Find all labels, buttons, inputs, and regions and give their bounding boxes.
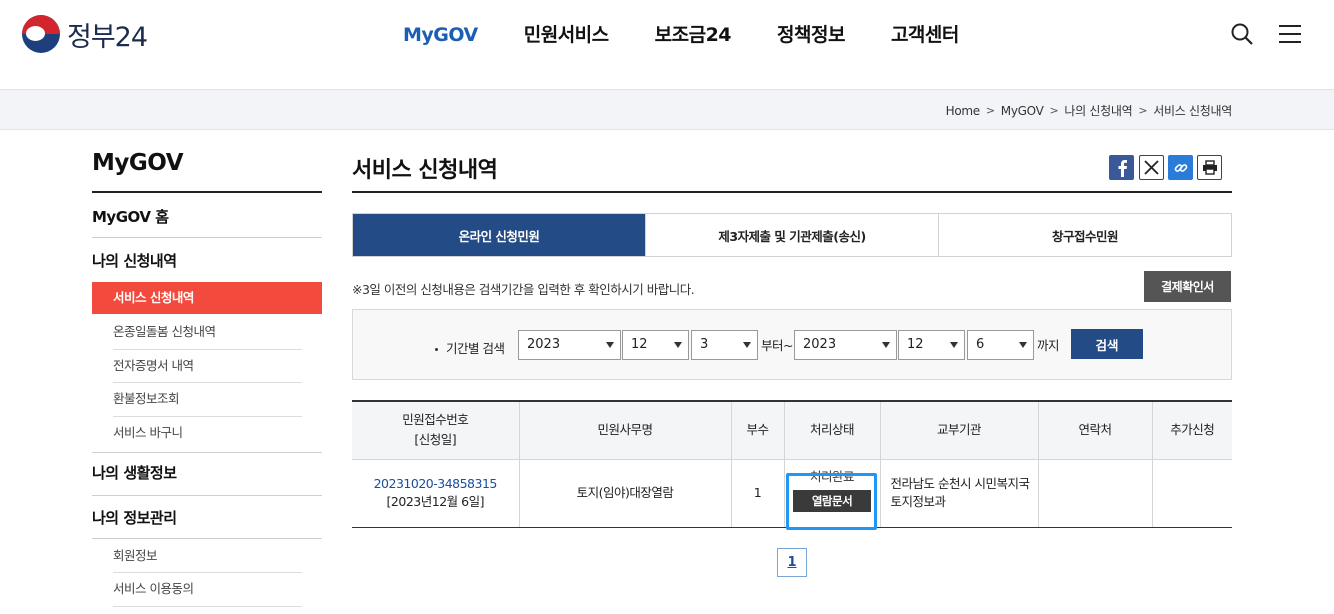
- application-tabs: 온라인 신청민원 제3자제출 및 기관제출(송신) 창구접수민원: [352, 213, 1232, 257]
- sidebar-item-service-applications[interactable]: 서비스 신청내역: [92, 282, 322, 314]
- view-document-button[interactable]: 열람문서: [793, 490, 871, 512]
- nav-civil-services[interactable]: 민원서비스: [524, 20, 609, 50]
- breadcrumb-my-applications[interactable]: 나의 신청내역: [1064, 102, 1132, 119]
- main-nav: MyGOV 민원서비스 보조금24 정책정보 고객센터: [380, 20, 982, 50]
- table-row: 20231020-34858315 [2023년12월 6일] 토지(임야)대장…: [352, 459, 1232, 528]
- breadcrumb-current: 서비스 신청내역: [1153, 104, 1232, 118]
- extra-request-cell: [1151, 459, 1232, 528]
- to-year-select[interactable]: 2023: [794, 330, 897, 360]
- sidebar-item-allday-care[interactable]: 온종일돌봄 신청내역: [92, 316, 322, 348]
- chevron-down-icon: [1019, 342, 1027, 348]
- col-receipt-number: 민원접수번호 [신청일]: [352, 401, 519, 460]
- status-text: 처리완료: [809, 469, 855, 484]
- breadcrumb-home[interactable]: Home: [946, 104, 981, 118]
- sidebar-item-service-consent[interactable]: 서비스 이용동의: [92, 573, 322, 605]
- logo-text: 정부24: [67, 21, 148, 53]
- application-date: [2023년12월 6일]: [386, 494, 485, 509]
- chevron-down-icon: [950, 342, 958, 348]
- service-name-cell: 토지(임야)대장열람: [518, 459, 731, 528]
- divider: [113, 606, 302, 607]
- sidebar-item-my-applications[interactable]: 나의 신청내역: [92, 250, 322, 271]
- sidebar-item-mygov-home[interactable]: MyGOV 홈: [92, 206, 322, 227]
- col-service-name: 민원사무명: [518, 401, 731, 460]
- chevron-right-icon: >: [1138, 104, 1148, 117]
- chevron-down-icon: [743, 342, 751, 348]
- contact-cell: [1037, 459, 1152, 528]
- sidebar-title: MyGOV: [92, 150, 184, 176]
- sidebar-item-e-certificates[interactable]: 전자증명서 내역: [92, 350, 322, 382]
- breadcrumb-mygov[interactable]: MyGOV: [1001, 104, 1044, 118]
- nav-policy-info[interactable]: 정책정보: [777, 20, 845, 50]
- title-divider: [352, 191, 1232, 193]
- chevron-down-icon: [882, 342, 890, 348]
- taegeuk-logo-icon: [22, 15, 60, 53]
- search-button[interactable]: 검색: [1071, 329, 1143, 359]
- breadcrumb: Home > MyGOV > 나의 신청내역 > 서비스 신청내역: [946, 102, 1233, 119]
- receipt-number-link[interactable]: 20231020-34858315: [374, 476, 498, 491]
- agency-cell: 전라남도 순천시 시민복지국 토지정보과: [879, 459, 1038, 528]
- col-issuing-agency: 교부기관: [879, 401, 1038, 460]
- breadcrumb-bar: Home > MyGOV > 나의 신청내역 > 서비스 신청내역: [0, 90, 1334, 130]
- from-day-select[interactable]: 3: [691, 330, 758, 360]
- from-year-select[interactable]: 2023: [518, 330, 621, 360]
- search-icon[interactable]: [1230, 22, 1254, 46]
- sidebar-item-service-basket[interactable]: 서비스 바구니: [92, 417, 322, 449]
- chevron-down-icon: [606, 342, 614, 348]
- period-search-label: 기간별 검색: [435, 338, 505, 357]
- col-status: 처리상태: [783, 401, 880, 460]
- col-copies: 부수: [730, 401, 784, 460]
- divider: [92, 452, 322, 453]
- to-day-select[interactable]: 6: [967, 330, 1034, 360]
- print-icon[interactable]: [1197, 155, 1222, 180]
- pagination-page-1[interactable]: 1: [777, 548, 807, 577]
- site-header: 정부24 MyGOV 민원서비스 보조금24 정책정보 고객센터: [0, 0, 1334, 90]
- tab-counter-applications[interactable]: 창구접수민원: [938, 214, 1231, 256]
- divider: [92, 495, 322, 496]
- chevron-right-icon: >: [1049, 104, 1059, 117]
- table-header-row: 민원접수번호 [신청일] 민원사무명 부수 처리상태 교부기관 연락처 추가신청: [352, 401, 1232, 460]
- col-contact: 연락처: [1037, 401, 1152, 460]
- sidebar-item-member-info[interactable]: 회원정보: [92, 540, 322, 572]
- copies-cell: 1: [730, 459, 784, 528]
- site-logo[interactable]: 정부24: [22, 14, 148, 54]
- tab-online-applications[interactable]: 온라인 신청민원: [353, 214, 645, 256]
- facebook-share-icon[interactable]: [1109, 155, 1134, 180]
- chevron-down-icon: [674, 342, 682, 348]
- sidebar-item-refund-info[interactable]: 환불정보조회: [92, 383, 322, 415]
- applications-table: 민원접수번호 [신청일] 민원사무명 부수 처리상태 교부기관 연락처 추가신청 …: [352, 400, 1232, 528]
- receipt-cell: 20231020-34858315 [2023년12월 6일]: [352, 459, 519, 528]
- nav-customer-center[interactable]: 고객센터: [891, 20, 959, 50]
- sidebar-item-life-info[interactable]: 나의 생활정보: [92, 462, 322, 483]
- nav-mygov[interactable]: MyGOV: [403, 20, 478, 50]
- status-cell: 처리완료 열람문서: [783, 459, 880, 528]
- to-month-select[interactable]: 12: [898, 330, 965, 360]
- divider: [92, 237, 322, 238]
- nav-subsidy24[interactable]: 보조금24: [655, 20, 732, 50]
- divider: [92, 538, 322, 539]
- period-search-box: 기간별 검색 2023 12 3 부터~ 2023 12 6 까지 검색: [352, 309, 1232, 380]
- from-suffix: 부터~: [761, 338, 793, 353]
- sidebar-title-divider: [92, 191, 322, 193]
- payment-receipt-button[interactable]: 결제확인서: [1144, 271, 1231, 302]
- hamburger-menu-icon[interactable]: [1279, 24, 1301, 44]
- from-month-select[interactable]: 12: [622, 330, 689, 360]
- link-copy-icon[interactable]: [1168, 155, 1193, 180]
- chevron-right-icon: >: [985, 104, 995, 117]
- sidebar-item-info-management[interactable]: 나의 정보관리: [92, 507, 322, 528]
- search-notice: ※3일 이전의 신청내용은 검색기간을 입력한 후 확인하시기 바랍니다.: [352, 282, 695, 297]
- x-share-icon[interactable]: [1139, 155, 1164, 180]
- to-suffix: 까지: [1037, 338, 1060, 353]
- page-title: 서비스 신청내역: [352, 158, 498, 183]
- tab-third-party-submission[interactable]: 제3자제출 및 기관제출(송신): [645, 214, 938, 256]
- col-extra-request: 추가신청: [1151, 401, 1232, 460]
